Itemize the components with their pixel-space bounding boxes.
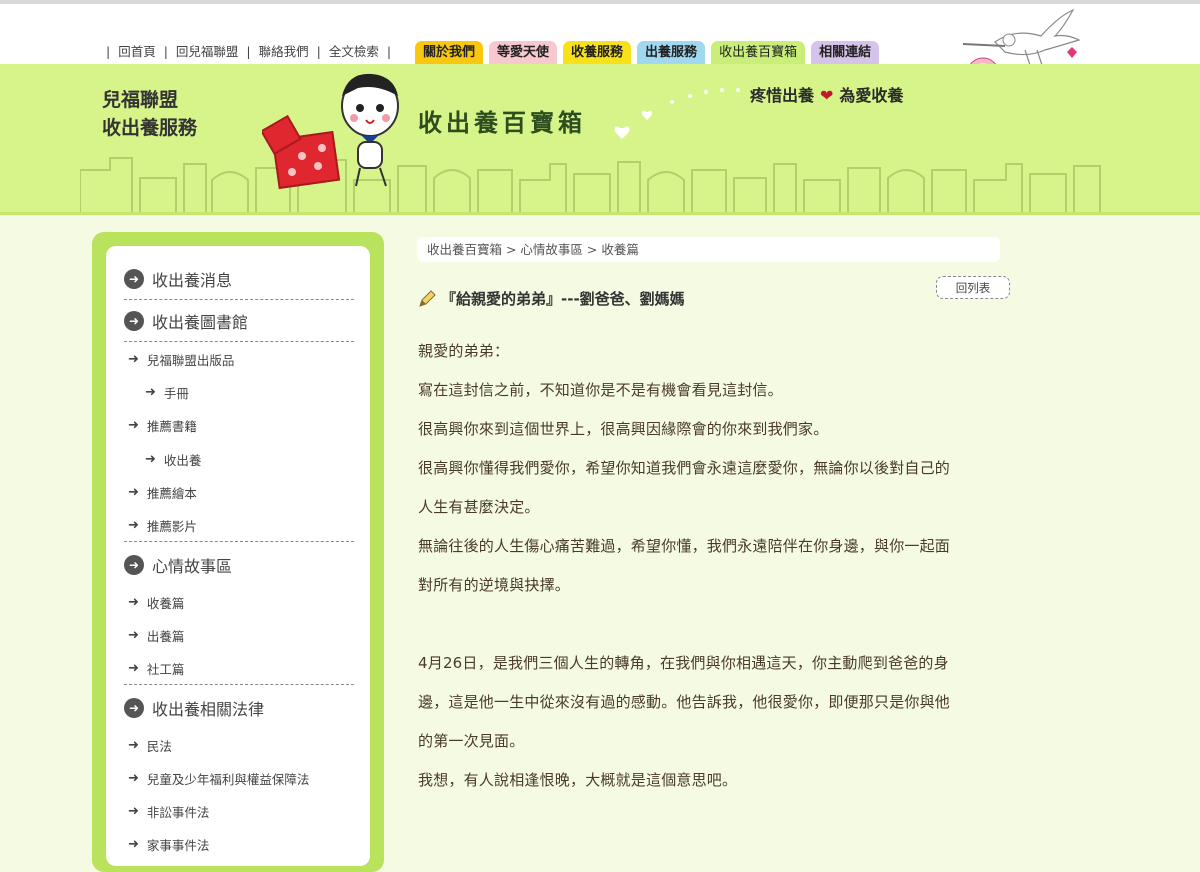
mascot-gift-illustration bbox=[262, 73, 399, 190]
sidebar-item-social-worker-stories[interactable]: ➜ 社工篇 bbox=[128, 659, 184, 678]
banner-divider bbox=[0, 212, 1200, 215]
article-paragraph: 邊，這是他一生中從來沒有過的感動。他告訴我，他很愛你，即便那只是你與他 bbox=[418, 693, 951, 711]
article-paragraph: 親愛的弟弟： bbox=[418, 342, 510, 360]
arrow-right-icon: ➜ bbox=[128, 628, 139, 643]
pencil-icon bbox=[419, 289, 436, 307]
article-paragraph: 寫在這封信之前，不知道你是不是有機會看見這封信。 bbox=[418, 381, 783, 399]
arrow-right-icon: ➜ bbox=[128, 485, 139, 500]
arrow-right-icon: ➜ bbox=[128, 518, 139, 533]
hearts-trail-decoration bbox=[614, 88, 740, 139]
home-link[interactable]: 回首頁 bbox=[118, 44, 156, 59]
tab-adoption-service[interactable]: 收養服務 bbox=[563, 41, 632, 64]
arrow-right-icon: ➜ bbox=[128, 837, 139, 852]
arrow-right-icon: ➜ bbox=[145, 385, 156, 400]
contact-link[interactable]: 聯絡我們 bbox=[259, 44, 309, 59]
tab-waiting-angels[interactable]: 等愛天使 bbox=[489, 41, 558, 64]
tab-related-links[interactable]: 相關連結 bbox=[811, 41, 880, 64]
slogan: 疼惜出養 ❤ 為愛收養 bbox=[750, 86, 904, 105]
sidebar-item-cwlf-publications[interactable]: ➜ 兒福聯盟出版品 bbox=[128, 350, 234, 369]
sidebar-item-family-act[interactable]: ➜ 家事事件法 bbox=[128, 835, 209, 854]
sidebar-item-handbook[interactable]: ➜ 手冊 bbox=[145, 383, 189, 402]
sidebar-item-child-welfare-act[interactable]: ➜ 兒童及少年福利與權益保障法 bbox=[128, 769, 309, 788]
arrow-right-icon: ➜ bbox=[128, 661, 139, 676]
article-title: 『給親愛的弟弟』---劉爸爸、劉媽媽 bbox=[417, 288, 685, 309]
article-paragraph: 無論往後的人生傷心痛苦難過，希望你懂，我們永遠陪伴在你身邊，與你一起面 bbox=[418, 537, 951, 555]
sidebar-section-stories[interactable]: ➜ 心情故事區 bbox=[124, 545, 354, 585]
arrow-right-icon: ➜ bbox=[128, 804, 139, 819]
page-heading: 收出養百寶箱 bbox=[418, 108, 586, 137]
arrow-right-icon: ➜ bbox=[128, 418, 139, 433]
sidebar-item-civil-code[interactable]: ➜ 民法 bbox=[128, 736, 172, 755]
article-paragraph: 4月26日，是我們三個人生的轉角，在我們與你相遇這天，你主動爬到爸爸的身 bbox=[418, 654, 949, 672]
site-name[interactable]: 兒福聯盟 收出養服務 bbox=[102, 86, 197, 142]
tab-toolbox[interactable]: 收出養百寶箱 bbox=[711, 41, 806, 64]
tab-relinquish-service[interactable]: 出養服務 bbox=[637, 41, 706, 64]
tab-about[interactable]: 關於我們 bbox=[415, 41, 484, 64]
sidebar-section-news[interactable]: ➜ 收出養消息 bbox=[124, 259, 354, 300]
circle-arrow-icon: ➜ bbox=[124, 698, 144, 718]
sidebar-divider bbox=[124, 684, 354, 685]
heart-icon: ❤ bbox=[820, 86, 834, 105]
utility-links: | 回首頁 | 回兒福聯盟 | 聯絡我們 | 全文檢索 | bbox=[106, 44, 392, 59]
arrow-right-icon: ➜ bbox=[128, 771, 139, 786]
circle-arrow-icon: ➜ bbox=[124, 311, 144, 331]
arrow-right-icon: ➜ bbox=[128, 352, 139, 367]
article-paragraph: 很高興你來到這個世界上，很高興因緣際會的你來到我們家。 bbox=[418, 420, 829, 438]
article-paragraph: 很高興你懂得我們愛你，希望你知道我們會永遠這麼愛你，無論你以後對自己的 bbox=[418, 459, 951, 477]
article-paragraph: 人生有甚麼決定。 bbox=[418, 498, 540, 516]
article-paragraph: 對所有的逆境與抉擇。 bbox=[418, 576, 571, 594]
article-spacer bbox=[418, 605, 1008, 644]
circle-arrow-icon: ➜ bbox=[124, 269, 144, 289]
sidebar-item-relinquish-stories[interactable]: ➜ 出養篇 bbox=[128, 626, 184, 645]
arrow-right-icon: ➜ bbox=[128, 595, 139, 610]
article-paragraph: 的第一次見面。 bbox=[418, 732, 525, 750]
arrow-right-icon: ➜ bbox=[128, 738, 139, 753]
circle-arrow-icon: ➜ bbox=[124, 555, 144, 575]
arrow-right-icon: ➜ bbox=[145, 452, 156, 467]
cwlf-link[interactable]: 回兒福聯盟 bbox=[176, 44, 239, 59]
sidebar-item-adoption-books[interactable]: ➜ 收出養 bbox=[145, 450, 201, 469]
search-link[interactable]: 全文檢索 bbox=[329, 44, 379, 59]
article-body: 親愛的弟弟： 寫在這封信之前，不知道你是不是有機會看見這封信。 很高興你來到這個… bbox=[418, 332, 1008, 800]
sidebar-item-recommended-films[interactable]: ➜ 推薦影片 bbox=[128, 516, 197, 535]
main-nav: 關於我們 等愛天使 收養服務 出養服務 收出養百寶箱 相關連結 bbox=[415, 41, 880, 64]
sidebar-section-laws[interactable]: ➜ 收出養相關法律 bbox=[124, 688, 354, 728]
sidebar-item-recommended-books[interactable]: ➜ 推薦書籍 bbox=[128, 416, 197, 435]
sidebar-section-library[interactable]: ➜ 收出養圖書館 bbox=[124, 301, 354, 342]
sidebar-divider bbox=[124, 541, 354, 542]
sidebar-item-adoption-stories[interactable]: ➜ 收養篇 bbox=[128, 593, 184, 612]
town-skyline-illustration bbox=[80, 157, 1101, 212]
back-to-list-button[interactable]: 回列表 bbox=[936, 276, 1010, 299]
sidebar-item-picture-books[interactable]: ➜ 推薦繪本 bbox=[128, 483, 197, 502]
breadcrumb[interactable]: 收出養百寶箱 > 心情故事區 > 收養篇 bbox=[417, 237, 1000, 262]
sidebar-item-non-litigation-act[interactable]: ➜ 非訟事件法 bbox=[128, 802, 209, 821]
article-paragraph: 我想，有人說相逢恨晚，大概就是這個意思吧。 bbox=[418, 771, 738, 789]
